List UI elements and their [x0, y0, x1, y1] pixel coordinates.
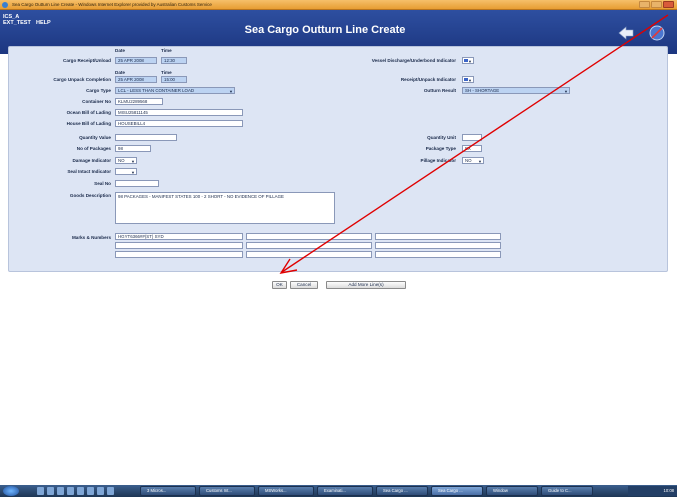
cancel-button[interactable]: Cancel [290, 281, 318, 289]
no-of-packages-label: No of Packages [76, 146, 111, 151]
ocean-bill-field[interactable]: MISU25811145 [115, 109, 243, 116]
container-no-field[interactable]: KLMU2289568 [115, 98, 163, 105]
cargo-receipt-unload-label: Cargo Receipt/Unload [63, 58, 111, 63]
marks-numbers-field-1[interactable]: HGYT6366##(ST) SYD [115, 233, 243, 240]
marks-numbers-field-4[interactable] [115, 242, 243, 249]
quicklaunch-icon[interactable] [57, 487, 64, 495]
marks-numbers-field-8[interactable] [246, 251, 372, 258]
damage-indicator-value: NO [118, 158, 125, 163]
ie-icon [2, 2, 8, 8]
exit-icon[interactable] [648, 24, 666, 42]
house-bill-label: House Bill of Lading [66, 121, 111, 126]
cargo-type-value: LCL - LESS THAN CONTAINER LOAD [118, 88, 195, 93]
package-type-field[interactable]: BX [462, 145, 482, 152]
seal-no-label: Seal No [94, 181, 111, 186]
marks-numbers-field-7[interactable] [115, 251, 243, 258]
cargo-unpack-time-field[interactable]: 15:00 [161, 76, 187, 83]
outturn-result-label: Outturn Result [423, 88, 456, 93]
container-no-label: Container No [82, 99, 111, 104]
system-id: ICS_A EXT_TEST [3, 14, 31, 26]
quicklaunch-icon[interactable] [107, 487, 114, 495]
goods-description-field[interactable]: 98 PACKAGES - MANIFEST STATES 100 - 2 SH… [115, 192, 335, 224]
cargo-type-select[interactable]: LCL - LESS THAN CONTAINER LOAD ▼ [115, 87, 235, 94]
marks-numbers-label: Marks & Numbers [71, 235, 111, 240]
vessel-discharge-label: Vessel Discharge/Underbond Indicator [371, 58, 456, 63]
quicklaunch-icon[interactable] [97, 487, 104, 495]
taskbar-item[interactable]: Sea Cargo ... [431, 486, 483, 496]
taskbar-item[interactable]: Sea Cargo ... [376, 486, 428, 496]
seal-no-field[interactable] [115, 180, 159, 187]
taskbar-clock: 10:08 [628, 486, 677, 496]
chevron-down-icon: ▼ [564, 89, 568, 94]
marks-numbers-field-9[interactable] [375, 251, 501, 258]
marks-numbers-field-3[interactable] [375, 233, 501, 240]
taskbar-item[interactable]: Window [486, 486, 538, 496]
receipt-unpack-select[interactable]: ▼ [462, 76, 474, 83]
add-more-lines-button[interactable]: Add More Line(s) [326, 281, 406, 289]
windows-taskbar: 3 Micros... Customs Int... MSWorks... Ex… [0, 485, 677, 497]
marks-numbers-field-6[interactable] [375, 242, 501, 249]
seal-intact-select[interactable]: ▼ [115, 168, 137, 175]
quicklaunch-icon[interactable] [37, 487, 44, 495]
quantity-unit-field[interactable] [462, 134, 482, 141]
chevron-down-icon: ▼ [478, 159, 482, 164]
cargo-type-label: Cargo Type [86, 88, 111, 93]
close-button[interactable] [663, 1, 674, 8]
help-link[interactable]: HELP [36, 20, 51, 26]
taskbar-item[interactable]: Guide to C... [541, 486, 593, 496]
package-type-label: Package Type [425, 146, 456, 151]
outturn-result-select[interactable]: SH - SHORTAGE ▼ [462, 87, 570, 94]
house-bill-field[interactable]: HOUSEBILL4 [115, 120, 243, 127]
taskbar-item[interactable]: Examinati... [317, 486, 373, 496]
cargo-receipt-time-field[interactable]: 12:30 [161, 57, 187, 64]
no-of-packages-field[interactable]: 98 [115, 145, 151, 152]
cargo-unpack-completion-label: Cargo Unpack Completion [53, 77, 111, 82]
quicklaunch-icon[interactable] [67, 487, 74, 495]
quicklaunch-icon[interactable] [47, 487, 54, 495]
date-heading-2: Date [115, 70, 125, 75]
chevron-down-icon: ▼ [468, 78, 472, 83]
damage-indicator-select[interactable]: NO ▼ [115, 157, 137, 164]
quantity-value-field[interactable] [115, 134, 177, 141]
outturn-line-form: Date Time Cargo Receipt/Unload 25 APR 20… [8, 46, 668, 272]
taskbar-item[interactable]: 3 Micros... [140, 486, 196, 496]
maximize-button[interactable] [651, 1, 662, 8]
date-heading: Date [115, 48, 125, 53]
pillage-indicator-select[interactable]: NO ▼ [462, 157, 484, 164]
outturn-result-value: SH - SHORTAGE [465, 88, 500, 93]
vessel-discharge-select[interactable]: ▼ [462, 57, 474, 64]
window-controls [639, 1, 674, 8]
taskbar-item[interactable]: MSWorks... [258, 486, 314, 496]
minimize-button[interactable] [639, 1, 650, 8]
chevron-down-icon: ▼ [468, 59, 472, 64]
cargo-receipt-date-field[interactable]: 25 APR 2008 [115, 57, 157, 64]
ok-button[interactable]: OK [272, 281, 287, 289]
quicklaunch-icon[interactable] [77, 487, 84, 495]
seal-intact-label: Seal Intact Indicator [67, 169, 111, 174]
cargo-unpack-date-field[interactable]: 25 APR 2008 [115, 76, 157, 83]
time-heading-2: Time [161, 70, 172, 75]
pillage-indicator-label: Pillage Indicator [420, 158, 456, 163]
quicklaunch-icon[interactable] [87, 487, 94, 495]
start-button[interactable] [3, 486, 19, 496]
marks-numbers-field-2[interactable] [246, 233, 372, 240]
browser-titlebar: Sea Cargo Outturn Line Create - Windows … [0, 0, 677, 10]
ocean-bill-label: Ocean Bill of Lading [66, 110, 111, 115]
goods-description-label: Goods Description [69, 193, 111, 198]
time-heading: Time [161, 48, 172, 53]
system-id-line2: EXT_TEST [3, 20, 31, 26]
quantity-value-label: Quantity Value [79, 135, 111, 140]
receipt-unpack-label: Receipt/Unpack Indicator [400, 77, 456, 82]
chevron-down-icon: ▼ [131, 159, 135, 164]
marks-numbers-field-5[interactable] [246, 242, 372, 249]
back-arrow-icon[interactable] [617, 26, 635, 40]
pillage-indicator-value: NO [465, 158, 472, 163]
window-title: Sea Cargo Outturn Line Create - Windows … [12, 2, 212, 7]
page-title: Sea Cargo Outturn Line Create [244, 24, 406, 36]
quantity-unit-label: Quantity Unit [427, 135, 456, 140]
chevron-down-icon: ▼ [229, 89, 233, 94]
chevron-down-icon: ▼ [131, 170, 135, 175]
taskbar-item[interactable]: Customs Int... [199, 486, 255, 496]
damage-indicator-label: Damage Indicator [72, 158, 111, 163]
